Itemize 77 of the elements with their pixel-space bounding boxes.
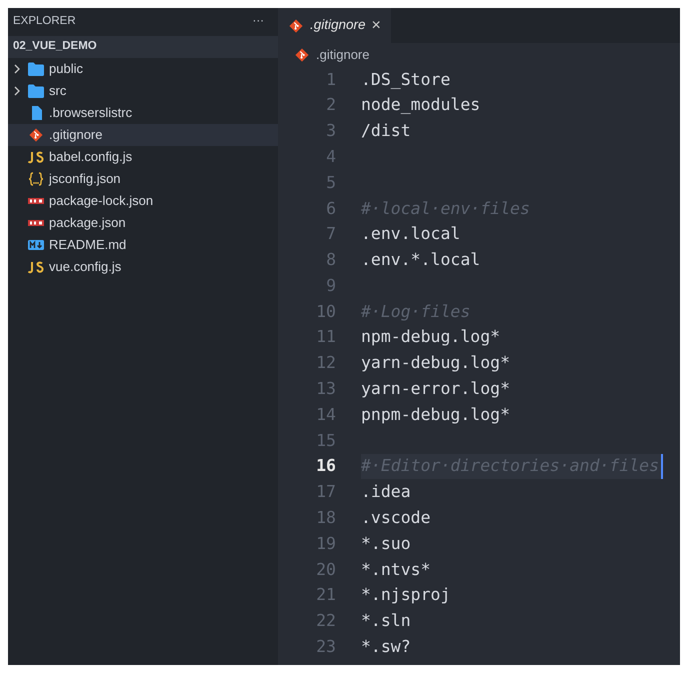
- line-number: 6: [325, 198, 336, 220]
- close-button[interactable]: ×: [372, 14, 381, 38]
- folder-icon: [28, 62, 44, 76]
- folder-header[interactable]: 02_VUE_DEMO: [8, 36, 278, 58]
- code-line: pnpm-debug.log*: [361, 404, 512, 426]
- code-comment: #·Log·files: [361, 300, 472, 323]
- code-line: *.sw?: [361, 636, 412, 658]
- line-number: 22: [315, 610, 336, 632]
- file-item[interactable]: vue.config.js: [8, 256, 278, 278]
- code-line: .env.*.local: [361, 249, 482, 272]
- code-line: npm-debug.log*: [361, 326, 502, 348]
- file-name: vue.config.js: [49, 258, 122, 276]
- line-number: 9: [325, 274, 336, 297]
- file-name: .browserslistrc: [49, 104, 132, 122]
- line-number: 4: [325, 146, 336, 168]
- line-number: 11: [315, 326, 336, 348]
- line-number: 16: [315, 455, 336, 478]
- line-number: 17: [315, 481, 336, 504]
- file-name: jsconfig.json: [49, 170, 121, 188]
- code-line: .vscode: [361, 507, 432, 530]
- folder-icon: [28, 84, 44, 98]
- file-name: package.json: [49, 214, 126, 232]
- line-number: 3: [325, 120, 336, 142]
- line-number: 21: [315, 584, 336, 606]
- line-number: 12: [315, 352, 336, 374]
- line-number: 23: [315, 636, 336, 658]
- file-name: src: [49, 82, 66, 100]
- code-line: .env.local: [361, 223, 462, 246]
- file-item[interactable]: jsconfig.json: [8, 168, 278, 190]
- file-name: README.md: [49, 236, 126, 254]
- file-item[interactable]: public: [8, 58, 278, 80]
- file-name: package-lock.json: [49, 192, 154, 210]
- code-line: *.sln: [361, 610, 412, 632]
- more-button[interactable]: ···: [252, 13, 264, 31]
- file-name: .gitignore: [49, 126, 102, 144]
- line-number: 18: [315, 507, 336, 530]
- file-item[interactable]: .browserslistrc: [8, 102, 278, 124]
- markdown-icon: [28, 238, 44, 252]
- braces-icon: [28, 172, 44, 186]
- code-line: yarn-error.log*: [361, 378, 512, 400]
- git-icon: [288, 18, 304, 32]
- breadcrumb-item[interactable]: .gitignore: [316, 45, 370, 65]
- code-line: *.ntvs*: [361, 558, 432, 581]
- code-line: /dist: [361, 120, 412, 142]
- git-icon: [28, 128, 44, 142]
- file-name: public: [49, 60, 83, 78]
- js-icon: [28, 150, 44, 164]
- panel-title: EXPLORER: [13, 14, 76, 30]
- tab-label: .gitignore: [310, 16, 366, 34]
- line-number: 14: [315, 404, 336, 426]
- code-comment: #·local·env·files: [361, 198, 531, 220]
- line-number: 19: [315, 532, 336, 555]
- file-name: babel.config.js: [49, 148, 132, 166]
- file-item[interactable]: README.md: [8, 234, 278, 256]
- file-item[interactable]: babel.config.js: [8, 146, 278, 168]
- line-number: 20: [315, 558, 336, 581]
- js-icon: [28, 260, 44, 274]
- code-line: yarn-debug.log*: [361, 352, 512, 374]
- line-number: 1: [325, 68, 336, 91]
- file-item[interactable]: src: [8, 80, 278, 102]
- line-number: 13: [315, 378, 336, 400]
- line-number: 10: [315, 300, 336, 323]
- file-item[interactable]: package.json: [8, 212, 278, 234]
- line-number: 8: [325, 249, 336, 272]
- line-number: 2: [325, 94, 336, 116]
- line-number: 15: [315, 430, 336, 452]
- line-number: 5: [325, 172, 336, 194]
- file-item[interactable]: .gitignore: [8, 124, 278, 146]
- code-line: *.suo: [361, 532, 412, 555]
- code-line: .idea: [361, 481, 412, 504]
- code-line: *.njsproj: [361, 584, 452, 606]
- editor-tab[interactable]: .gitignore ×: [278, 8, 391, 43]
- code-line: node_modules: [361, 94, 482, 116]
- git-icon: [294, 48, 310, 62]
- file-item[interactable]: package-lock.json: [8, 190, 278, 212]
- line-number: 7: [325, 223, 336, 246]
- code-line: .DS_Store: [361, 68, 452, 91]
